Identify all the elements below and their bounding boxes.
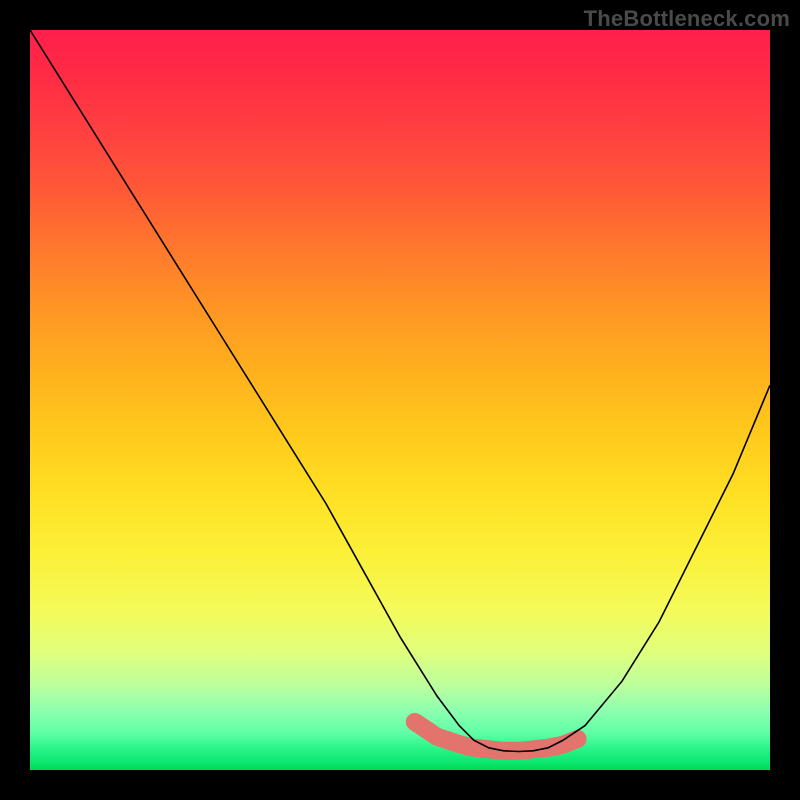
chart-frame: TheBottleneck.com bbox=[0, 0, 800, 800]
watermark-text: TheBottleneck.com bbox=[584, 6, 790, 32]
plot-area bbox=[30, 30, 770, 770]
highlight-band bbox=[415, 722, 578, 751]
chart-svg bbox=[30, 30, 770, 770]
bottleneck-curve bbox=[30, 30, 770, 752]
